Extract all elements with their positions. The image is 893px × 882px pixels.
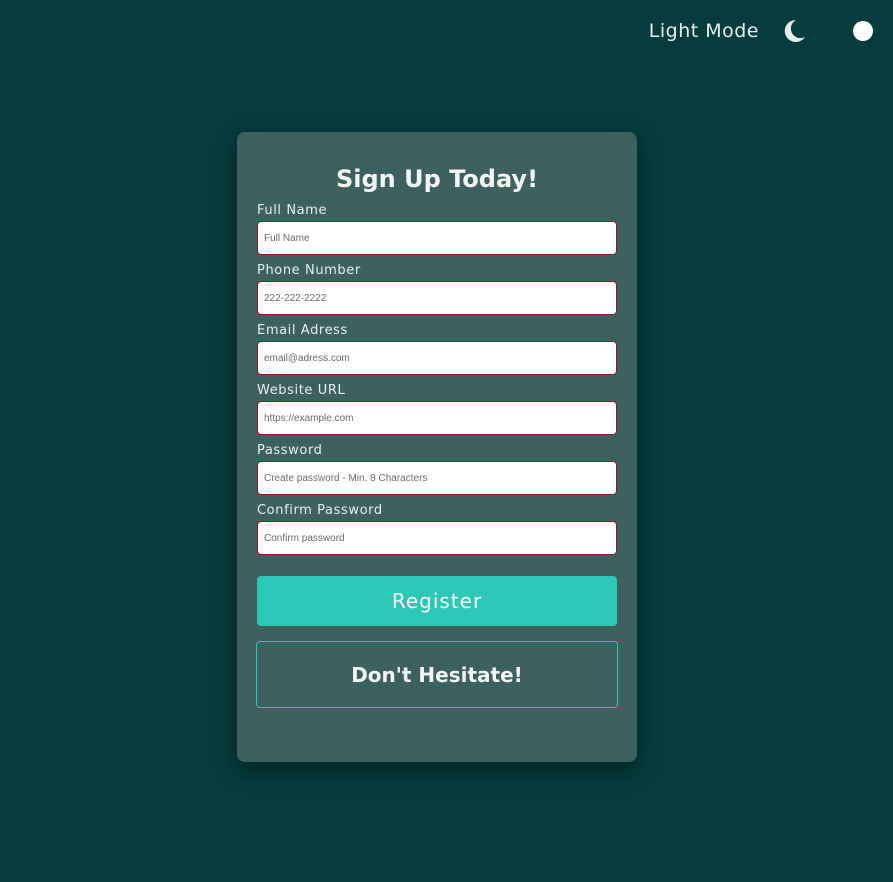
password-input[interactable] bbox=[257, 461, 617, 495]
website-url-input[interactable] bbox=[257, 401, 617, 435]
website-url-label: Website URL bbox=[257, 383, 346, 398]
confirm-password-input[interactable] bbox=[257, 521, 617, 555]
email-field: Email Adress bbox=[257, 322, 617, 375]
moon-icon bbox=[784, 19, 805, 42]
email-label: Email Adress bbox=[257, 323, 348, 338]
theme-toggle[interactable] bbox=[779, 14, 873, 48]
phone-number-field: Phone Number bbox=[257, 262, 617, 315]
phone-number-label: Phone Number bbox=[257, 263, 361, 278]
register-button[interactable]: Register bbox=[257, 576, 617, 626]
phone-number-input[interactable] bbox=[257, 281, 617, 315]
confirm-password-field: Confirm Password bbox=[257, 502, 617, 555]
page: Light Mode Sign Up Today! Full Name Phon… bbox=[0, 0, 893, 882]
full-name-label: Full Name bbox=[257, 203, 328, 218]
full-name-input[interactable] bbox=[257, 221, 617, 255]
password-field: Password bbox=[257, 442, 617, 495]
confirm-password-label: Confirm Password bbox=[257, 503, 383, 518]
full-name-field: Full Name bbox=[257, 202, 617, 255]
password-label: Password bbox=[257, 443, 323, 458]
theme-mode-label: Light Mode bbox=[648, 20, 759, 42]
cta-box: Don't Hesitate! bbox=[256, 641, 618, 708]
form-title: Sign Up Today! bbox=[335, 165, 539, 193]
toggle-knob[interactable] bbox=[853, 21, 873, 41]
theme-switch: Light Mode bbox=[649, 14, 873, 48]
signup-card: Sign Up Today! Full Name Phone Number Em… bbox=[237, 132, 637, 762]
cta-text: Don't Hesitate! bbox=[351, 662, 523, 687]
email-input[interactable] bbox=[257, 341, 617, 375]
website-url-field: Website URL bbox=[257, 382, 617, 435]
